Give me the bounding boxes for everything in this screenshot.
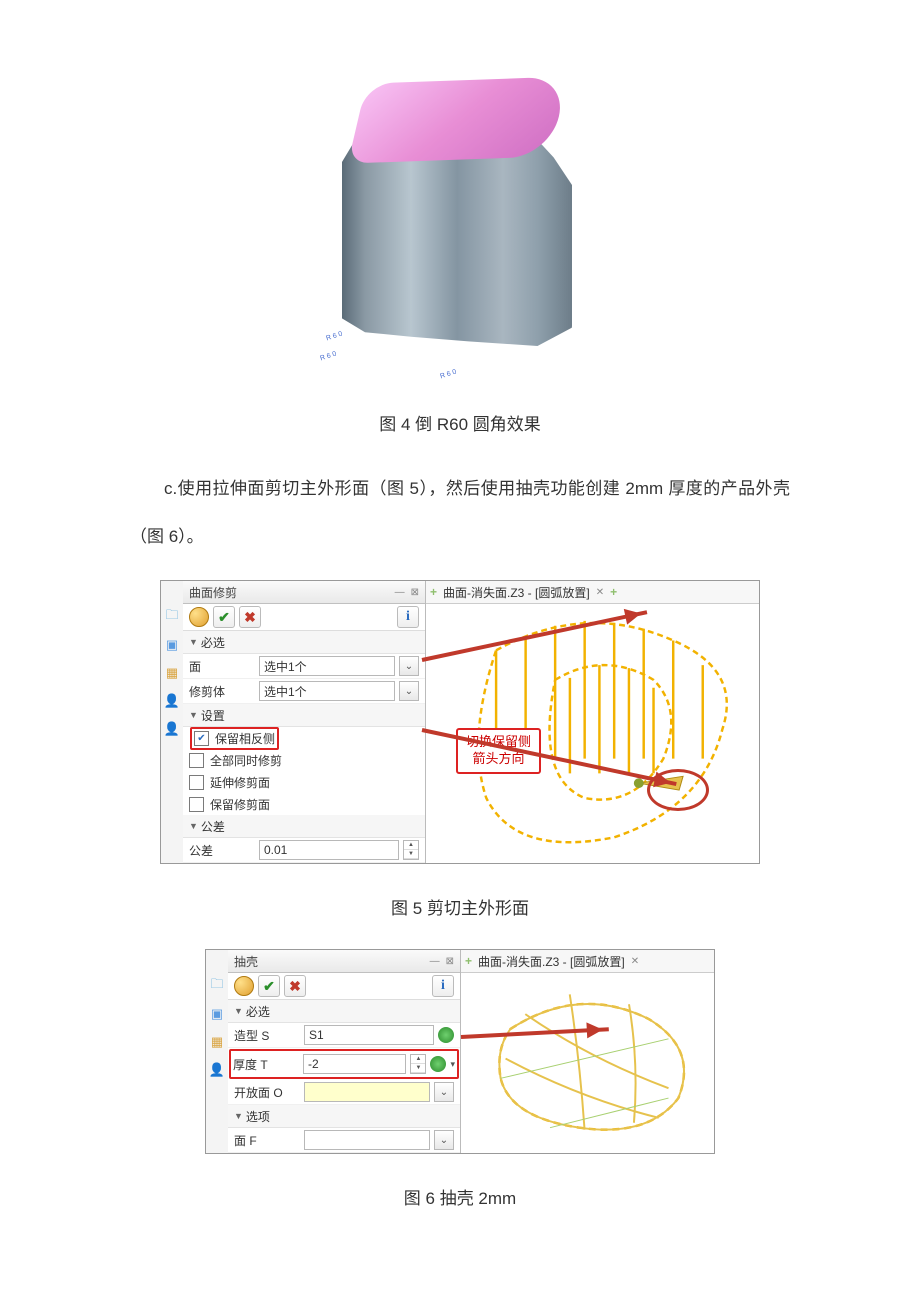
dialog-panel-shell: 抽壳 — ⊠ ✔ ✖ i 必选 造型 S S1 — [228, 950, 461, 1153]
sketch-dim-label: R 6 0 — [439, 369, 457, 381]
plus-icon[interactable]: + — [610, 585, 617, 599]
viewport[interactable]: + 曲面-消失面.Z3 - [圆弧放置] ✕ — [461, 950, 714, 1153]
viewport-tabbar: + 曲面-消失面.Z3 - [圆弧放置] ✕ + — [426, 581, 759, 604]
tree-icon[interactable]: 🗀 — [164, 609, 180, 625]
box-icon[interactable]: ▦ — [209, 1034, 225, 1050]
chevron-down-icon[interactable]: ⌄ — [434, 1130, 454, 1150]
label-shape: 造型 S — [234, 1027, 300, 1044]
section-required[interactable]: 必选 — [183, 631, 425, 654]
user2-icon[interactable]: 👤 — [164, 721, 180, 737]
label-keep-opposite: 保留相反侧 — [215, 730, 275, 747]
input-trimbody[interactable]: 选中1个 — [259, 681, 395, 701]
dash-icon[interactable]: — — [395, 587, 405, 598]
figure-5: 🗀 ▣ ▦ 👤 👤 曲面修剪 — ⊠ ✔ ✖ i — [160, 580, 760, 864]
probe-icon[interactable] — [430, 1056, 446, 1072]
panel-title-text: 曲面修剪 — [189, 584, 237, 601]
label-extend: 延伸修剪面 — [210, 774, 270, 791]
figure-5-caption: 图 5 剪切主外形面 — [0, 894, 920, 919]
info-button[interactable]: i — [432, 975, 454, 997]
box-icon[interactable]: ▦ — [164, 665, 180, 681]
checkbox-extend[interactable] — [189, 775, 204, 790]
cad-shape-3d — [330, 80, 580, 350]
cancel-button[interactable]: ✖ — [239, 606, 261, 628]
tree-icon[interactable]: 🗀 — [209, 978, 225, 994]
paragraph-c: c.使用拉伸面剪切主外形面（图 5），然后使用抽壳功能创建 2mm 厚度的产品外… — [0, 465, 920, 560]
label-trimbody: 修剪体 — [189, 683, 255, 700]
user-icon[interactable]: 👤 — [209, 1062, 225, 1078]
sketch-dim-label: R 6 0 — [319, 351, 337, 363]
section-options[interactable]: 选项 — [228, 1105, 460, 1128]
input-face[interactable]: 选中1个 — [259, 656, 395, 676]
close-sm-icon[interactable]: ⊠ — [411, 587, 419, 598]
input-openface[interactable] — [304, 1082, 430, 1102]
figure-6: 🗀 ▣ ▦ 👤 抽壳 — ⊠ ✔ ✖ i 必选 — [205, 949, 715, 1154]
spin-buttons[interactable]: ▲▼ — [410, 1054, 426, 1074]
info-button[interactable]: i — [397, 606, 419, 628]
cube-icon[interactable]: ▣ — [164, 637, 180, 653]
input-thickness[interactable]: -2 — [303, 1054, 406, 1074]
label-thickness: 厚度 T — [233, 1056, 299, 1073]
coin-icon[interactable] — [234, 976, 254, 996]
dialog-panel-trim: 曲面修剪 — ⊠ ✔ ✖ i 必选 面 选中1个 ⌄ — [183, 581, 426, 863]
tab-close-icon[interactable]: ✕ — [596, 587, 604, 598]
checkbox-trim-all[interactable] — [189, 753, 204, 768]
panel-titlebar: 抽壳 — ⊠ — [228, 950, 460, 973]
wireframe-shell-view — [471, 980, 708, 1147]
label-keep-trim: 保留修剪面 — [210, 796, 270, 813]
label-face: 面 — [189, 658, 255, 675]
vertical-icon-bar: 🗀 ▣ ▦ 👤 — [206, 950, 228, 1153]
chevron-down-icon[interactable]: ⌄ — [399, 656, 419, 676]
user-icon[interactable]: 👤 — [164, 693, 180, 709]
plus-icon[interactable]: + — [430, 585, 437, 599]
label-tolerance: 公差 — [189, 842, 255, 859]
coin-icon[interactable] — [189, 607, 209, 627]
label-openface: 开放面 O — [234, 1084, 300, 1101]
viewport-tabbar: + 曲面-消失面.Z3 - [圆弧放置] ✕ — [461, 950, 714, 973]
section-settings[interactable]: 设置 — [183, 704, 425, 727]
chevron-down-icon[interactable]: ⌄ — [399, 681, 419, 701]
spin-buttons[interactable]: ▲▼ — [403, 840, 419, 860]
figure-4: R 6 0 R 6 0 R 6 0 — [310, 70, 610, 380]
input-shape[interactable]: S1 — [304, 1025, 434, 1045]
tab-name[interactable]: 曲面-消失面.Z3 - [圆弧放置] — [478, 953, 625, 970]
ok-button[interactable]: ✔ — [258, 975, 280, 997]
ok-button[interactable]: ✔ — [213, 606, 235, 628]
figure-4-caption: 图 4 倒 R60 圆角效果 — [0, 410, 920, 435]
probe-icon[interactable] — [438, 1027, 454, 1043]
panel-titlebar: 曲面修剪 — ⊠ — [183, 581, 425, 604]
cancel-button[interactable]: ✖ — [284, 975, 306, 997]
plus-icon[interactable]: + — [465, 954, 472, 968]
close-sm-icon[interactable]: ⊠ — [446, 956, 454, 967]
vertical-icon-bar: 🗀 ▣ ▦ 👤 👤 — [161, 581, 183, 863]
input-face-f[interactable] — [304, 1130, 430, 1150]
tab-close-icon[interactable]: ✕ — [631, 956, 639, 967]
label-trim-all: 全部同时修剪 — [210, 752, 282, 769]
label-face-f: 面 F — [234, 1132, 300, 1149]
checkbox-keep-opposite[interactable] — [194, 731, 209, 746]
cube-icon[interactable]: ▣ — [209, 1006, 225, 1022]
panel-title-text: 抽壳 — [234, 953, 258, 970]
section-tolerance[interactable]: 公差 — [183, 815, 425, 838]
section-required[interactable]: 必选 — [228, 1000, 460, 1023]
input-tolerance[interactable]: 0.01 — [259, 840, 399, 860]
chevron-down-icon[interactable]: ⌄ — [434, 1082, 454, 1102]
dash-icon[interactable]: — — [430, 956, 440, 967]
figure-6-caption: 图 6 抽壳 2mm — [0, 1184, 920, 1209]
tab-name[interactable]: 曲面-消失面.Z3 - [圆弧放置] — [443, 584, 590, 601]
checkbox-keep-trim[interactable] — [189, 797, 204, 812]
